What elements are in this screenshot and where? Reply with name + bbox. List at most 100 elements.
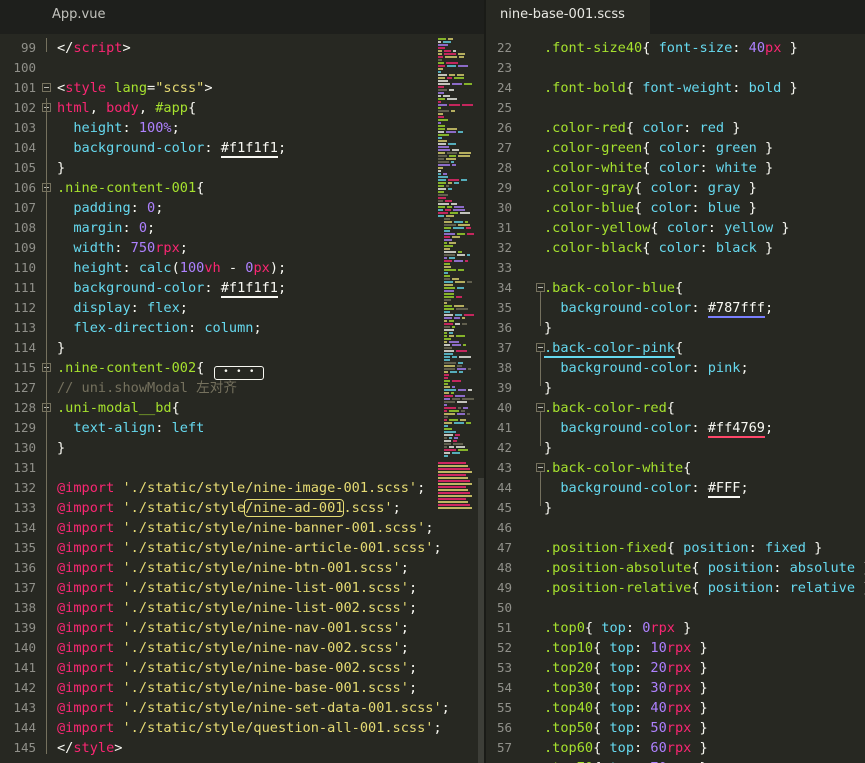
code-line[interactable]: @import './static/style/nine-ad-001.scss…	[57, 498, 401, 518]
left-editor-pane[interactable]: App.vue 99 100 101 102 103 104 105 106 107 108 109…	[0, 0, 486, 763]
code-line[interactable]: @import './static/style/nine-base-002.sc…	[57, 658, 417, 678]
code-line[interactable]: text-align: left	[57, 418, 204, 438]
code-line[interactable]: @import './static/style/nine-nav-002.scs…	[57, 638, 409, 658]
code-line[interactable]: </style>	[57, 738, 122, 758]
code-line[interactable]: @import './static/style/nine-set-data-00…	[57, 698, 450, 718]
code-line[interactable]: @import './static/style/nine-base-001.sc…	[57, 678, 417, 698]
code-line[interactable]: @import './static/style/nine-article-001…	[57, 538, 442, 558]
minimap-line	[444, 380, 450, 382]
code-line[interactable]: .top30{ top: 30rpx }	[544, 678, 708, 698]
minimap-line	[450, 212, 458, 214]
minimap-line	[444, 350, 454, 352]
minimap-line	[444, 377, 448, 379]
code-line[interactable]: background-color: #f1f1f1;	[57, 278, 286, 298]
code-line[interactable]: display: flex;	[57, 298, 188, 318]
code-line[interactable]: @import './static/style/nine-image-001.s…	[57, 478, 425, 498]
code-line[interactable]: .top10{ top: 10rpx }	[544, 638, 708, 658]
code-line[interactable]: .font-size40{ font-size: 40px }	[544, 38, 798, 58]
code-line[interactable]: .color-white{ color: white }	[544, 158, 773, 178]
minimap-line	[444, 233, 455, 235]
code-token: :	[634, 720, 651, 736]
minimap-line	[454, 182, 459, 184]
code-line[interactable]: .top40{ top: 40rpx }	[544, 698, 708, 718]
code-line[interactable]: .position-absolute{ position: absolute }	[544, 558, 865, 578]
code-line[interactable]: .uni-modal__bd{	[57, 398, 180, 418]
minimap-line	[444, 275, 450, 277]
code-line[interactable]: @import './static/style/nine-list-002.sc…	[57, 598, 417, 618]
code-line[interactable]: .top50{ top: 50rpx }	[544, 718, 708, 738]
code-line[interactable]: .back-color-pink{	[544, 338, 683, 358]
minimap-line	[458, 449, 468, 451]
code-line[interactable]: }	[544, 318, 552, 338]
code-line[interactable]: }	[544, 438, 552, 458]
code-line[interactable]: height: 100%;	[57, 118, 179, 138]
code-line[interactable]: background-color: #FFF;	[544, 478, 749, 498]
code-line[interactable]: .nine-content-001{	[57, 178, 204, 198]
code-line[interactable]: .top60{ top: 60rpx }	[544, 738, 708, 758]
minimap-line	[444, 335, 447, 337]
code-line[interactable]: background-color: #787fff;	[544, 298, 773, 318]
code-line[interactable]: margin: 0;	[57, 218, 155, 238]
code-line[interactable]: @import './static/style/nine-nav-001.scs…	[57, 618, 409, 638]
code-line[interactable]: .top70{ top: 70rpx }	[544, 758, 708, 763]
code-line[interactable]: .back-color-white{	[544, 458, 691, 478]
code-line[interactable]: .color-blue{ color: blue }	[544, 198, 757, 218]
code-line[interactable]: }	[57, 158, 65, 178]
fold-collapse-icon[interactable]	[42, 83, 51, 92]
code-token: 0	[147, 200, 156, 216]
code-line[interactable]: .font-bold{ font-weight: bold }	[544, 78, 798, 98]
code-token: column	[204, 320, 254, 336]
minimap-line	[452, 83, 462, 85]
code-line[interactable]: @import './static/style/nine-banner-001.…	[57, 518, 434, 538]
minimap-line	[444, 407, 456, 409]
minimap-line	[438, 50, 442, 52]
code-line[interactable]: flex-direction: column;	[57, 318, 261, 338]
code-token: .scss'	[343, 500, 393, 516]
code-line[interactable]: .color-red{ color: red }	[544, 118, 740, 138]
right-editor-pane[interactable]: nine-base-001.scss 22 23 24 25 26 27 28 29 30 31 3…	[486, 0, 865, 763]
code-line[interactable]: background-color: pink;	[544, 358, 748, 378]
code-line[interactable]: width: 750rpx;	[57, 238, 188, 258]
code-line[interactable]: .color-yellow{ color: yellow }	[544, 218, 790, 238]
code-token: #app	[155, 100, 188, 116]
code-line[interactable]: background-color: #f1f1f1;	[57, 138, 286, 158]
code-token: :	[204, 140, 221, 156]
code-line[interactable]: }	[57, 438, 65, 458]
code-line[interactable]: .top20{ top: 20rpx }	[544, 658, 708, 678]
code-line[interactable]: height: calc(100vh - 0px);	[57, 258, 286, 278]
line-number: 44	[496, 480, 512, 495]
code-token: rpx	[666, 720, 692, 736]
tab-nine-base-001-scss[interactable]: nine-base-001.scss	[486, 0, 650, 34]
code-line[interactable]: .color-black{ color: black }	[544, 238, 773, 258]
minimap-line	[463, 407, 468, 409]
code-line[interactable]: }	[544, 498, 552, 518]
code-line[interactable]: .back-color-red{	[544, 398, 675, 418]
code-token: top	[609, 700, 635, 716]
code-line[interactable]: }	[544, 378, 552, 398]
code-line[interactable]: .position-fixed{ position: fixed }	[544, 538, 822, 558]
code-line[interactable]: // uni.showModal 左对齐	[57, 378, 237, 398]
code-line[interactable]: </script>	[57, 38, 131, 58]
code-line[interactable]: .color-gray{ color: gray }	[544, 178, 757, 198]
code-line[interactable]: .nine-content-002{	[57, 358, 265, 380]
minimap[interactable]	[438, 34, 476, 763]
code-line[interactable]: <style lang="scss">	[57, 78, 213, 98]
code-line[interactable]: }	[57, 338, 65, 358]
code-line[interactable]: @import './static/style/nine-btn-001.scs…	[57, 558, 409, 578]
code-line[interactable]: .back-color-blue{	[544, 278, 683, 298]
minimap-line	[466, 227, 471, 229]
minimap-line	[454, 221, 463, 223]
code-token: relative	[789, 580, 856, 596]
code-token: position	[683, 540, 749, 556]
code-line[interactable]: html, body, #app{	[57, 98, 196, 118]
minimap-line	[438, 161, 449, 163]
code-line[interactable]: @import './static/style/question-all-001…	[57, 718, 442, 738]
code-line[interactable]: .top0{ top: 0rpx }	[544, 618, 691, 638]
code-line[interactable]: .color-green{ color: green }	[544, 138, 773, 158]
code-line[interactable]: @import './static/style/nine-list-001.sc…	[57, 578, 417, 598]
tab-app-vue[interactable]: App.vue	[0, 0, 164, 34]
code-line[interactable]: .position-relative{ position: relative }	[544, 578, 865, 598]
code-token: </	[57, 40, 74, 56]
code-line[interactable]: padding: 0;	[57, 198, 163, 218]
code-line[interactable]: background-color: #ff4769;	[544, 418, 773, 438]
